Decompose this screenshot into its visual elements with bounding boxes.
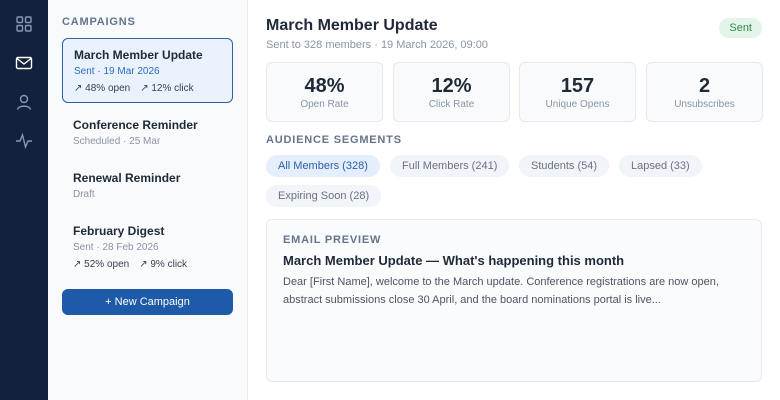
campaign-meta: Sent · 28 Feb 2026 <box>73 242 159 253</box>
status-badge: Sent <box>719 18 762 38</box>
stat-card-open-rate: 48% Open Rate <box>266 62 383 122</box>
campaign-click-rate: ↗ 12% click <box>140 83 194 94</box>
preview-label: EMAIL PREVIEW <box>283 234 382 246</box>
segment-expiring-soon[interactable]: Expiring Soon (28) <box>266 185 382 207</box>
stat-value: 157 <box>560 75 595 97</box>
campaign-open-rate: ↗ 52% open <box>73 259 130 270</box>
email-preview: EMAIL PREVIEW March Member Update — What… <box>266 219 762 382</box>
page-subtitle: Sent to 328 members · 19 March 2026, 09:… <box>266 39 488 51</box>
user-icon[interactable] <box>14 92 34 112</box>
stat-card-unique-opens: 157 Unique Opens <box>519 62 636 122</box>
campaign-item-renewal-reminder[interactable]: Renewal Reminder Draft <box>62 162 233 208</box>
campaign-meta: Draft <box>73 189 95 200</box>
stat-card-click-rate: 12% Click Rate <box>393 62 510 122</box>
campaign-item-march-member-update[interactable]: March Member Update Sent · 19 Mar 2026 ↗… <box>62 38 233 103</box>
page-title: March Member Update <box>266 17 438 34</box>
stat-label: Click Rate <box>428 99 475 110</box>
panel-title: CAMPAIGNS <box>62 16 136 28</box>
segment-lapsed[interactable]: Lapsed (33) <box>619 155 702 177</box>
stat-value: 12% <box>431 75 472 97</box>
stat-value: 48% <box>304 75 345 97</box>
campaign-name: February Digest <box>73 224 165 238</box>
activity-icon[interactable] <box>14 131 34 151</box>
campaign-item-conference-reminder[interactable]: Conference Reminder Scheduled · 25 Mar <box>62 109 233 155</box>
campaign-name: Renewal Reminder <box>73 171 181 185</box>
segment-students[interactable]: Students (54) <box>519 155 610 177</box>
stat-label: Open Rate <box>300 99 349 110</box>
campaign-open-rate: ↗ 48% open <box>74 83 131 94</box>
campaign-name: Conference Reminder <box>73 118 198 132</box>
segment-all-members[interactable]: All Members (328) <box>266 155 380 177</box>
campaign-detail: March Member Update Sent to 328 members … <box>248 0 780 400</box>
campaign-stats: ↗ 48% open ↗ 12% click <box>74 83 204 94</box>
stat-value: 2 <box>698 75 711 97</box>
segment-full-members[interactable]: Full Members (241) <box>390 155 510 177</box>
stats-row: 48% Open Rate 12% Click Rate 157 Unique … <box>266 62 763 122</box>
preview-body: Dear [First Name], welcome to the March … <box>283 276 719 306</box>
grid-icon[interactable] <box>14 14 34 34</box>
preview-subject: March Member Update — What's happening t… <box>283 253 625 268</box>
campaign-meta: Scheduled · 25 Mar <box>73 136 161 147</box>
campaign-item-february-digest[interactable]: February Digest Sent · 28 Feb 2026 ↗ 52%… <box>62 215 233 280</box>
segments-title: AUDIENCE SEGMENTS <box>266 134 402 146</box>
mail-icon[interactable] <box>14 53 34 73</box>
campaign-meta: Sent · 19 Mar 2026 <box>74 66 160 77</box>
campaign-panel: CAMPAIGNS March Member Update Sent · 19 … <box>48 0 248 400</box>
new-campaign-button[interactable]: + New Campaign <box>62 289 233 315</box>
nav-rail <box>0 0 48 400</box>
stat-card-unsubscribes: 2 Unsubscribes <box>646 62 763 122</box>
stat-label: Unique Opens <box>545 99 610 110</box>
stat-label: Unsubscribes <box>674 99 735 110</box>
campaign-name: March Member Update <box>74 48 203 62</box>
campaign-stats: ↗ 52% open ↗ 9% click <box>73 259 197 270</box>
campaign-click-rate: ↗ 9% click <box>139 259 188 270</box>
